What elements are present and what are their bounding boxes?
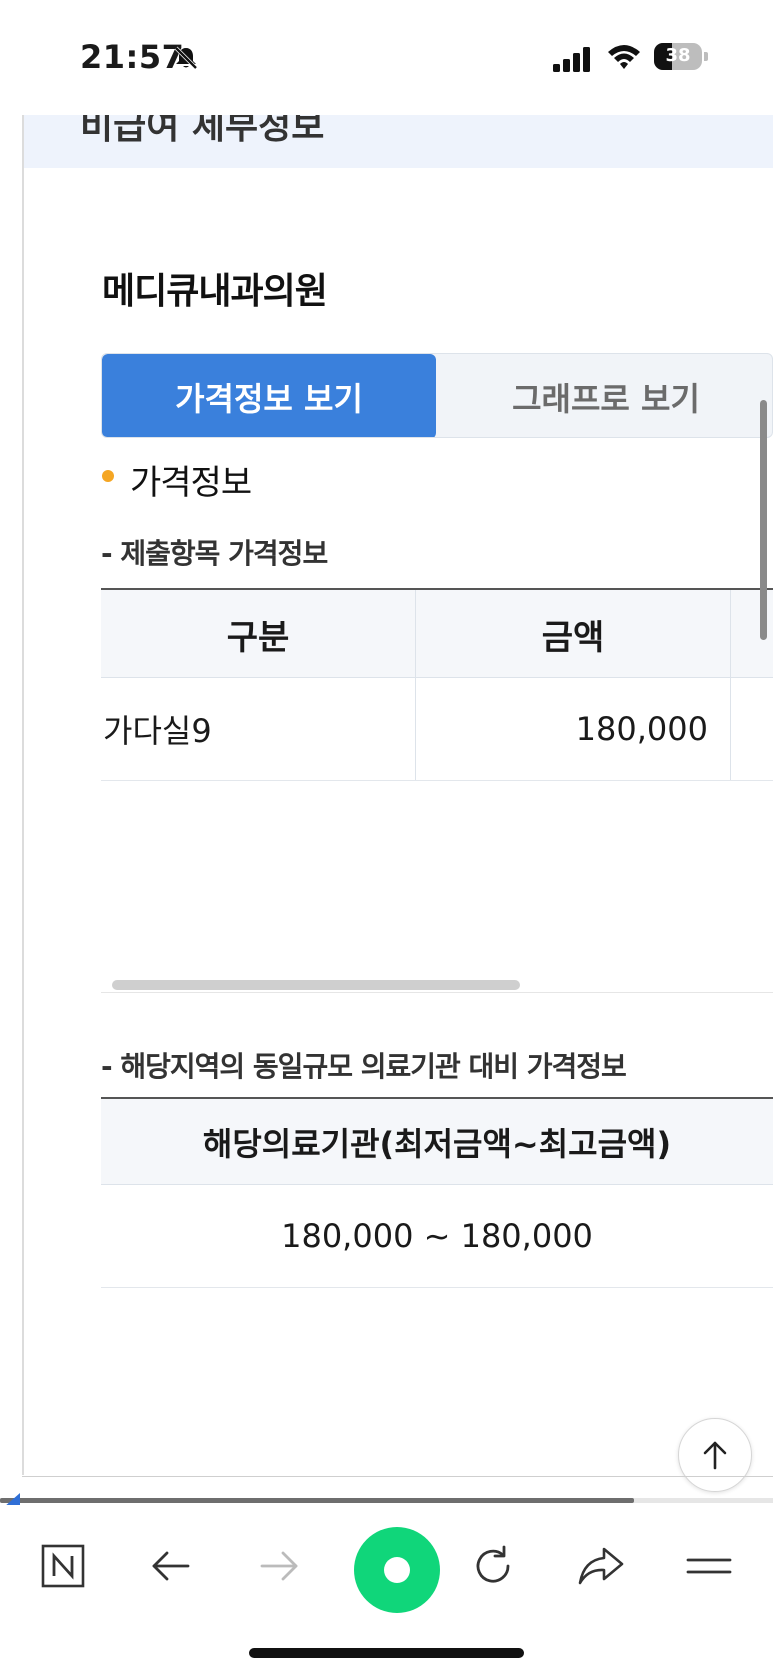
naver-home-button[interactable]	[30, 1533, 96, 1599]
page-vertical-scrollbar[interactable]	[760, 400, 767, 640]
menu-button[interactable]	[676, 1533, 742, 1599]
status-time: 21:57	[80, 38, 185, 76]
green-dot-home-icon	[354, 1527, 440, 1613]
section-title: 가격정보	[130, 463, 252, 503]
table-row-divider	[101, 1287, 773, 1288]
price-table-subtitle: - 제출항목 가격정보	[101, 537, 328, 570]
reload-icon	[476, 1545, 510, 1583]
table-cell-amount: 180,000	[416, 678, 731, 780]
price-table: 구분 금액 가다실9 180,000	[101, 588, 773, 782]
table-cell-category: 가다실9	[101, 678, 416, 780]
green-dot-button[interactable]	[352, 1525, 442, 1615]
cellular-signal-icon	[553, 47, 590, 72]
battery-percent: 38	[665, 45, 691, 66]
share-button[interactable]	[568, 1533, 634, 1599]
table-horizontal-scrollbar[interactable]	[112, 980, 520, 990]
share-icon	[578, 1547, 624, 1585]
region-table-value: 180,000 ~ 180,000	[281, 1217, 593, 1255]
scroll-to-top-button[interactable]	[678, 1418, 752, 1492]
wifi-icon	[608, 45, 640, 69]
page-frame-bottom-border	[22, 1476, 773, 1477]
page-frame-left-border	[22, 115, 24, 1475]
naver-n-icon	[41, 1544, 85, 1588]
column-header-amount: 금액	[416, 590, 731, 678]
section-bullet-dot	[102, 470, 114, 482]
forward-button[interactable]	[246, 1533, 312, 1599]
bell-muted-icon	[174, 46, 198, 70]
table-scroll-divider	[101, 992, 773, 993]
home-indicator	[249, 1648, 524, 1658]
table-row-divider	[101, 780, 773, 781]
forward-arrow-icon	[260, 1551, 298, 1581]
menu-icon	[686, 1558, 732, 1574]
reload-button[interactable]	[460, 1533, 526, 1599]
hospital-name: 메디큐내과의원	[102, 271, 328, 312]
arrow-up-icon	[703, 1441, 727, 1470]
back-arrow-icon	[152, 1551, 190, 1581]
page-header-title: 비급여 세부정보	[80, 115, 325, 147]
page-load-progress-fill	[0, 1498, 634, 1503]
page-header-band: 비급여 세부정보	[24, 115, 773, 168]
column-header-category: 구분	[101, 590, 416, 678]
battery-cap	[704, 52, 708, 61]
tab-price-info[interactable]: 가격정보 보기	[102, 354, 436, 437]
view-tabs: 가격정보 보기 그래프로 보기	[101, 353, 773, 438]
battery-icon: 38	[654, 43, 702, 70]
tab-graph-view[interactable]: 그래프로 보기	[436, 354, 772, 437]
back-button[interactable]	[138, 1533, 204, 1599]
region-table-subtitle: - 해당지역의 동일규모 의료기관 대비 가격정보	[101, 1050, 627, 1083]
status-bar: 21:57 38	[0, 0, 773, 115]
region-price-table: 해당의료기관(최저금액~최고금액) 180,000 ~ 180,000	[101, 1097, 773, 1289]
region-table-header: 해당의료기관(최저금액~최고금액)	[101, 1099, 773, 1185]
